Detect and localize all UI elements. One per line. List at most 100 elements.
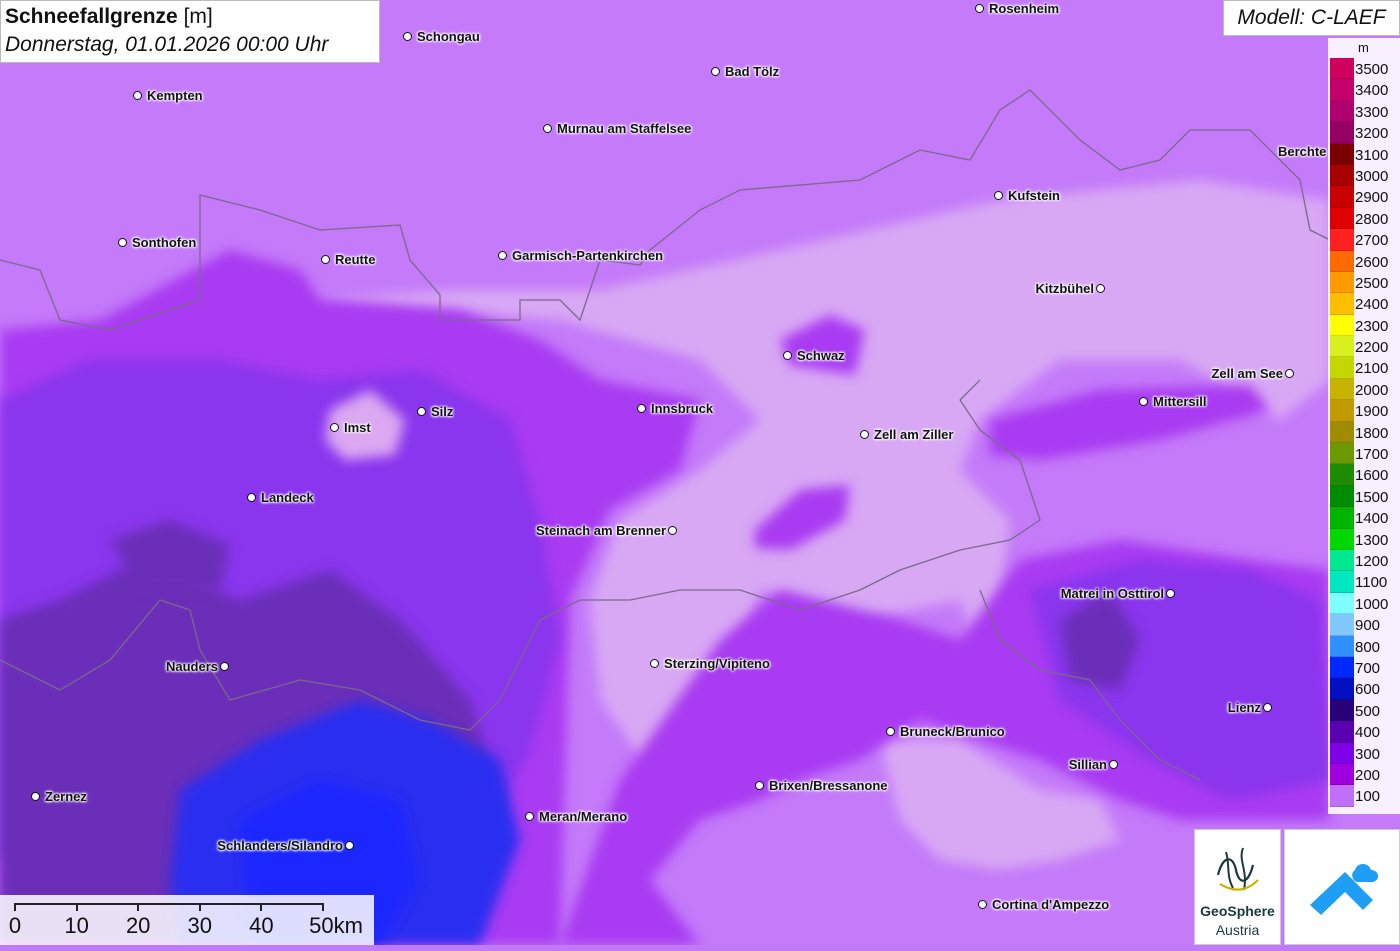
legend-label-3200: 3200: [1355, 125, 1389, 143]
city-marker: [1139, 397, 1148, 406]
legend-label-3100: 3100: [1355, 146, 1389, 164]
legend-label-2500: 2500: [1355, 274, 1389, 292]
legend-swatch-2100: [1330, 357, 1354, 379]
city-label: Lienz: [1227, 700, 1261, 715]
legend-label-2700: 2700: [1355, 232, 1389, 250]
scale-tick: [75, 903, 78, 911]
legend-swatch-400: [1330, 721, 1354, 743]
legend-label-1700: 1700: [1355, 446, 1389, 464]
legend-label-3400: 3400: [1355, 82, 1389, 100]
city-label: Kitzbühel: [1035, 281, 1095, 296]
city-marker: [1096, 284, 1105, 293]
legend-swatch-2500: [1330, 271, 1354, 294]
legend-label-1600: 1600: [1355, 467, 1389, 485]
model-label: Modell: C-LAEF: [1223, 0, 1400, 36]
legend-swatch-2600: [1330, 250, 1354, 272]
city-marker: [650, 659, 659, 668]
city-label: Kufstein: [1008, 188, 1060, 203]
legend-label-1000: 1000: [1355, 595, 1389, 613]
city-marker: [1166, 589, 1175, 598]
city-label: Garmisch-Partenkirchen: [512, 248, 664, 263]
city-label: Schlanders/Silandro: [217, 838, 343, 853]
legend-label-1800: 1800: [1355, 424, 1389, 442]
legend-swatch-600: [1330, 678, 1354, 700]
city-marker: [498, 251, 507, 260]
scale-label: 30: [187, 913, 213, 938]
legend-swatch-3300: [1330, 100, 1354, 123]
legend-swatches: [1330, 58, 1354, 807]
city-label: Innsbruck: [651, 401, 714, 416]
city-label: Zernez: [45, 789, 87, 804]
legend-label-2400: 2400: [1355, 296, 1389, 314]
legend-label-100: 100: [1355, 788, 1381, 806]
city-label: Schwaz: [797, 348, 845, 363]
city-label: Meran/Merano: [539, 809, 628, 824]
geosphere-logo: GeoSphere Austria: [1194, 829, 1281, 945]
city-label: Rosenheim: [989, 1, 1060, 16]
scale-tick: [322, 903, 324, 911]
city-marker: [133, 91, 142, 100]
scale-label: 40: [249, 913, 274, 938]
map-datetime: Donnerstag, 01.01.2026 00:00 Uhr: [5, 33, 329, 56]
legend-label-1200: 1200: [1355, 552, 1389, 570]
city-label: Imst: [344, 420, 371, 435]
city-label: Mittersill: [1153, 394, 1207, 409]
city-marker: [975, 4, 984, 13]
legend-label-900: 900: [1355, 617, 1381, 635]
legend-label-2100: 2100: [1355, 360, 1389, 378]
legend-label-700: 700: [1355, 659, 1381, 677]
city-label: Kempten: [147, 88, 203, 103]
city-marker: [220, 662, 229, 671]
legend-label-600: 600: [1355, 681, 1381, 699]
legend-swatch-2800: [1330, 207, 1354, 230]
scale-label: 0: [8, 913, 22, 938]
legend-swatch-500: [1330, 699, 1354, 722]
scale-line: [14, 903, 322, 905]
cloud-arrow-icon: [1310, 864, 1379, 915]
color-legend: m 3500 3400 3300 3200 3100 3000 2900 2800 2700 26…: [1328, 38, 1400, 814]
legend-labels: 3500 3400 3300 3200 3100 3000 2900 2800 2700 2600…: [1355, 58, 1400, 807]
scale-tick: [260, 903, 263, 911]
legend-swatch-1500: [1330, 485, 1354, 508]
map-title: Schneefallgrenze [m]: [5, 5, 213, 28]
legend-swatch-1700: [1330, 443, 1354, 465]
legend-swatch-2400: [1330, 293, 1354, 315]
legend-label-2200: 2200: [1355, 339, 1389, 357]
legend-label-800: 800: [1355, 638, 1381, 656]
city-label: Zell am See: [1211, 366, 1283, 381]
legend-swatch-700: [1330, 656, 1354, 679]
legend-swatch-300: [1330, 742, 1354, 764]
legend-swatch-1200: [1330, 549, 1354, 572]
legend-swatch-3000: [1330, 164, 1354, 187]
city-marker: [1285, 369, 1294, 378]
city-label: Murnau am Staffelsee: [557, 121, 692, 136]
scale-label: 50km: [309, 913, 363, 938]
legend-label-1900: 1900: [1355, 403, 1389, 421]
city-label: Schongau: [417, 29, 480, 44]
legend-label-2800: 2800: [1355, 210, 1389, 228]
city-label: Zell am Ziller: [874, 427, 954, 442]
city-marker: [525, 812, 534, 821]
legend-swatch-2300: [1330, 314, 1354, 337]
legend-swatch-900: [1330, 614, 1354, 636]
scale-label: 10: [64, 913, 89, 938]
legend-label-400: 400: [1355, 724, 1381, 742]
legend-label-1500: 1500: [1355, 488, 1389, 506]
city-marker: [668, 526, 677, 535]
city-marker: [755, 781, 764, 790]
city-label: Sillian: [1068, 757, 1107, 772]
city-label: Landeck: [261, 490, 314, 505]
legend-label-3300: 3300: [1355, 103, 1389, 121]
city-label: Nauders: [165, 659, 218, 674]
legend-swatch-2200: [1330, 336, 1354, 358]
scale-tick: [198, 903, 201, 911]
legend-swatch-1100: [1330, 571, 1354, 593]
city-marker: [403, 32, 412, 41]
city-label: Reutte: [335, 252, 376, 267]
legend-label-300: 300: [1355, 745, 1381, 763]
city-marker: [417, 407, 426, 416]
legend-swatch-200: [1330, 763, 1354, 786]
city-marker: [1109, 760, 1118, 769]
city-marker: [330, 423, 339, 432]
scale-label: 20: [125, 913, 151, 938]
